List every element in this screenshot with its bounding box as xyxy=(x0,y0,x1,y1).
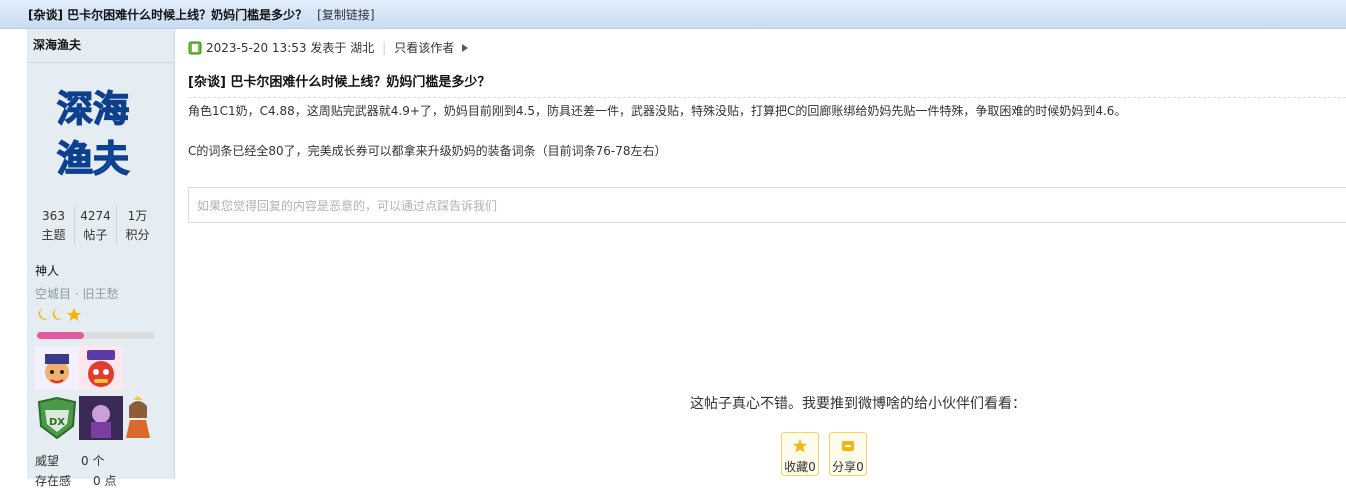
title-divider xyxy=(188,97,1346,98)
author-sidebar: 深海渔夫 深海 渔夫 363 主题 4274 帖子 1万 积分 神人 空城目 ·… xyxy=(27,29,175,488)
report-hint-bar: 如果您觉得回复的内容是恶意的，可以通过点踩告诉我们 xyxy=(188,187,1346,223)
share-button[interactable]: 分享0 xyxy=(829,432,867,476)
triangle-right-icon xyxy=(462,43,469,52)
reputation-row: 威望 0 个 xyxy=(35,452,104,469)
star-icon xyxy=(793,439,807,453)
post-paragraph-2: C的词条已经全80了，完美成长券可以都拿来升级奶妈的装备词条（目前词条76-78… xyxy=(188,144,667,158)
presence-label: 存在感 xyxy=(35,474,72,488)
thread-title: [杂谈] 巴卡尔困难什么时候上线？奶妈门槛是多少？ xyxy=(28,7,308,22)
svg-text:DX: DX xyxy=(49,417,65,428)
share-label: 分享0 xyxy=(832,460,864,474)
moon-star-icon xyxy=(38,308,81,321)
copy-link-button[interactable]: [复制链接] xyxy=(317,6,374,23)
svg-text:渔夫: 渔夫 xyxy=(57,139,130,180)
reputation-label: 威望 xyxy=(35,454,60,468)
stat-threads[interactable]: 363 主题 xyxy=(33,207,75,245)
stat-posts[interactable]: 4274 帖子 xyxy=(75,207,117,245)
level-progress-fill xyxy=(37,332,85,339)
share-prompt: 这帖子真心不错。我要推到微博啥的给小伙伴们看看： xyxy=(690,396,1026,412)
only-author-link[interactable]: 只看该作者 xyxy=(394,39,454,56)
presence-row: 存在感 0 点 xyxy=(35,472,116,489)
medal-dx-shield[interactable]: DX xyxy=(35,396,79,440)
stat-credits[interactable]: 1万 积分 xyxy=(117,207,158,245)
author-stats: 363 主题 4274 帖子 1万 积分 xyxy=(33,207,158,245)
level-progress-bar xyxy=(37,332,155,339)
avatar[interactable]: 深海 渔夫 xyxy=(27,63,174,221)
post-date: 2023-5-20 13:53 发表于 湖北 xyxy=(206,41,375,55)
thread-title-bar: [杂谈] 巴卡尔困难什么时候上线？奶妈门槛是多少？ [复制链接] xyxy=(0,0,1346,29)
medal-dark-character[interactable] xyxy=(79,396,123,440)
meta-divider: | xyxy=(382,40,387,55)
favorite-button[interactable]: 收藏0 xyxy=(781,432,819,476)
post-meta: 2023-5-20 13:53 发表于 湖北 | 只看该作者 xyxy=(188,39,470,56)
user-group[interactable]: 神人 xyxy=(35,262,59,279)
user-subtitle: 空城目 · 旧王愁 xyxy=(35,287,119,301)
reputation-value: 0 个 xyxy=(81,454,105,468)
report-hint-text: 如果您觉得回复的内容是恶意的，可以通过点踩告诉我们 xyxy=(197,198,498,213)
post-paragraph-1: 角色1C1奶，C4.88，这周贴完武器就4.9+了，奶妈目前刚到4.5，防具还差… xyxy=(188,104,1127,118)
svg-text:深海: 深海 xyxy=(57,89,129,130)
author-name[interactable]: 深海渔夫 xyxy=(27,29,174,63)
favorite-label: 收藏0 xyxy=(784,460,816,474)
medal-love-bird[interactable] xyxy=(79,346,123,390)
medal-chibi-love[interactable] xyxy=(35,346,79,390)
level-icons xyxy=(35,306,83,325)
online-status-icon xyxy=(188,41,202,54)
post-title: [杂谈] 巴卡尔困难什么时候上线？奶妈门槛是多少？ xyxy=(188,75,491,90)
share-icon xyxy=(842,441,854,451)
presence-value: 0 点 xyxy=(93,474,117,488)
medal-princess[interactable] xyxy=(123,396,153,440)
